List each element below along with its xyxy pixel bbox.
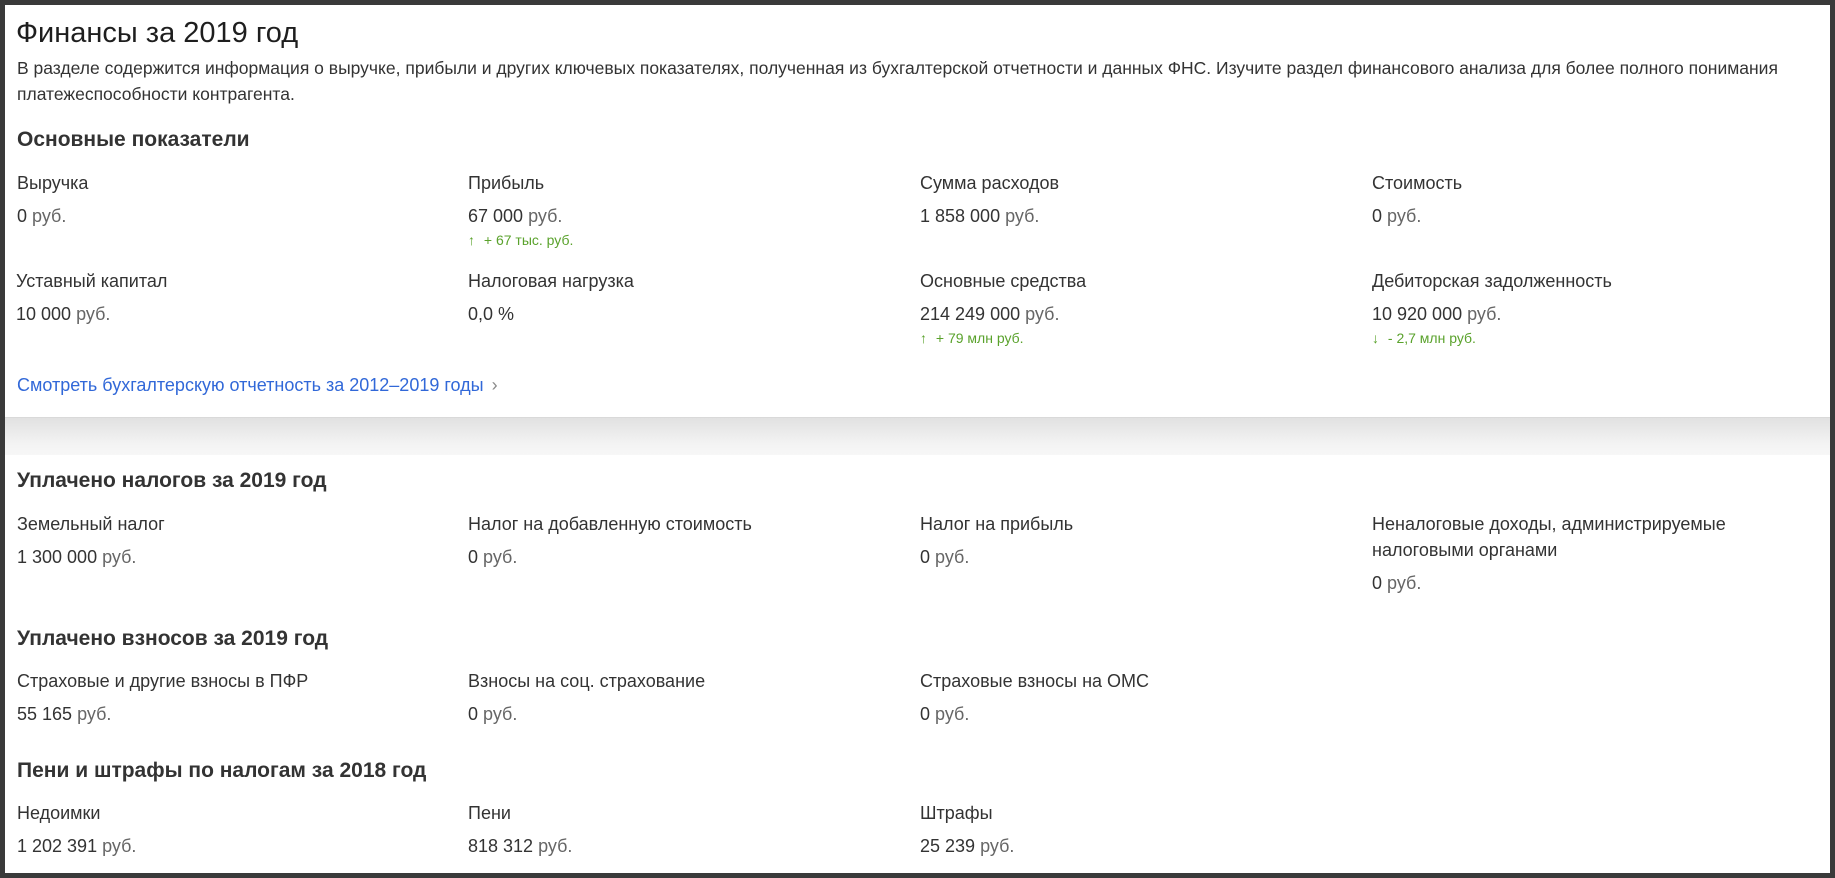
metric-expenses: Сумма расходов 1 858 000 руб. xyxy=(920,170,1360,227)
section-divider xyxy=(5,417,1830,456)
metric-fixed-assets: Основные средства 214 249 000 руб. ↑ + 7… xyxy=(920,268,1360,346)
finance-panel: Финансы за 2019 год В разделе содержится… xyxy=(5,5,1830,873)
metric-arrears: Недоимки 1 202 391 руб. xyxy=(17,800,457,857)
metric-label: Уставный капитал xyxy=(16,271,168,291)
metric-value: 818 312 руб. xyxy=(468,836,573,856)
metric-tax-burden: Налоговая нагрузка 0,0 % xyxy=(468,268,908,325)
metric-value: 0 руб. xyxy=(920,547,970,567)
metric-label: Взносы на соц. страхование xyxy=(468,671,706,691)
arrow-up-icon: ↑ xyxy=(468,232,475,248)
accounting-report-link-label: Смотреть бухгалтерскую отчетность за 201… xyxy=(17,375,484,395)
metric-value: 0,0 % xyxy=(468,304,515,324)
metric-value: 10 000 руб. xyxy=(16,304,111,324)
metric-delta: ↑ + 79 млн руб. xyxy=(920,330,1024,346)
metric-value: 1 202 391 руб. xyxy=(17,836,137,856)
metric-value: 10 920 000 руб. xyxy=(1372,304,1502,324)
page-title: Финансы за 2019 год xyxy=(16,17,299,49)
metric-value: 67 000 руб. xyxy=(468,206,563,226)
metric-label: Налог на добавленную стоимость xyxy=(468,514,752,534)
metric-value: 25 239 руб. xyxy=(920,836,1015,856)
metric-receivables: Дебиторская задолженность 10 920 000 руб… xyxy=(1372,268,1812,346)
metric-label: Страховые и другие взносы в ПФР xyxy=(17,671,309,691)
metric-social-insurance: Взносы на соц. страхование 0 руб. xyxy=(468,668,908,725)
metric-pension-contributions: Страховые и другие взносы в ПФР 55 165 р… xyxy=(17,668,457,725)
metric-value: 0 руб. xyxy=(1372,573,1422,593)
metric-value: 0 руб. xyxy=(468,704,518,724)
metric-label: Сумма расходов xyxy=(920,173,1060,193)
metric-value: 1 300 000 руб. xyxy=(17,547,137,567)
metric-label: Штрафы xyxy=(920,803,993,823)
metric-label: Дебиторская задолженность xyxy=(1372,271,1612,291)
metric-label: Земельный налог xyxy=(17,514,165,534)
metric-authorized-capital: Уставный капитал 10 000 руб. xyxy=(16,268,456,325)
metric-value: 0 руб. xyxy=(920,704,970,724)
metric-label: Неналоговые доходы, администрируемые нал… xyxy=(1372,514,1726,560)
metric-vat: Налог на добавленную стоимость 0 руб. xyxy=(468,511,908,568)
metric-label: Налог на прибыль xyxy=(920,514,1074,534)
section-title-penalties: Пени и штрафы по налогам за 2018 год xyxy=(17,759,427,782)
taxes-card: Уплачено налогов за 2019 год Земельный н… xyxy=(5,455,1830,873)
metric-label: Налоговая нагрузка xyxy=(468,271,634,291)
metric-label: Прибыль xyxy=(468,173,545,193)
metric-value: 0 руб. xyxy=(17,206,67,226)
metric-non-tax-income: Неналоговые доходы, администрируемые нал… xyxy=(1372,511,1782,594)
metric-value: 1 858 000 руб. xyxy=(920,206,1040,226)
metric-medical-insurance: Страховые взносы на ОМС 0 руб. xyxy=(920,668,1360,725)
metric-label: Страховые взносы на ОМС xyxy=(920,671,1150,691)
metric-land-tax: Земельный налог 1 300 000 руб. xyxy=(17,511,457,568)
finance-summary-card: Финансы за 2019 год В разделе содержится… xyxy=(5,5,1830,417)
metric-value: 214 249 000 руб. xyxy=(920,304,1060,324)
metric-profit: Прибыль 67 000 руб. ↑ + 67 тыс. руб. xyxy=(468,170,908,248)
section-title-contributions: Уплачено взносов за 2019 год xyxy=(17,627,329,650)
accounting-report-link[interactable]: Смотреть бухгалтерскую отчетность за 201… xyxy=(17,375,498,396)
metric-label: Основные средства xyxy=(920,271,1087,291)
arrow-down-icon: ↓ xyxy=(1372,330,1379,346)
metric-label: Стоимость xyxy=(1372,173,1463,193)
metric-label: Недоимки xyxy=(17,803,101,823)
metric-profit-tax: Налог на прибыль 0 руб. xyxy=(920,511,1360,568)
metric-label: Пени xyxy=(468,803,511,823)
metric-delta: ↓ - 2,7 млн руб. xyxy=(1372,330,1476,346)
metric-fines: Штрафы 25 239 руб. xyxy=(920,800,1360,857)
metric-penalties: Пени 818 312 руб. xyxy=(468,800,908,857)
metric-revenue: Выручка 0 руб. xyxy=(17,170,457,227)
section-title-main-indicators: Основные показатели xyxy=(17,128,250,151)
metric-cost: Стоимость 0 руб. xyxy=(1372,170,1812,227)
page-description: В разделе содержится информация о выручк… xyxy=(17,58,1778,104)
chevron-right-icon: › xyxy=(491,375,498,395)
arrow-up-icon: ↑ xyxy=(920,330,927,346)
metric-delta: ↑ + 67 тыс. руб. xyxy=(468,232,574,248)
metric-label: Выручка xyxy=(17,173,89,193)
metric-value: 0 руб. xyxy=(1372,206,1422,226)
section-title-taxes: Уплачено налогов за 2019 год xyxy=(17,469,327,492)
metric-value: 55 165 руб. xyxy=(17,704,112,724)
metric-value: 0 руб. xyxy=(468,547,518,567)
